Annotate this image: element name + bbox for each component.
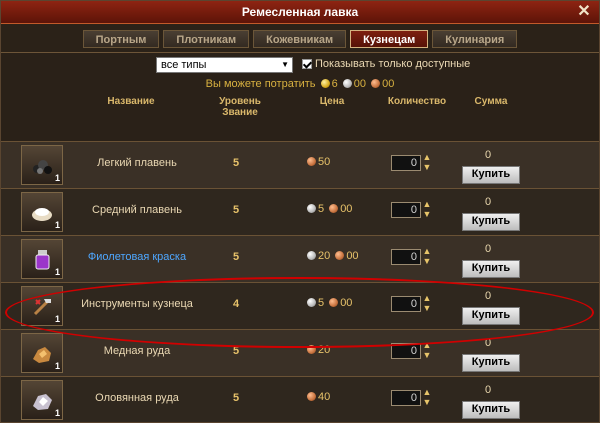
copper-coin-icon [329,204,339,213]
quantity-input[interactable]: 0 [391,249,421,265]
item-sum: 0 [485,149,492,161]
buy-button[interactable]: Купить [462,354,520,372]
item-sum: 0 [485,384,492,396]
money-label: Вы можете потратить [205,78,316,90]
quantity-stepper[interactable]: ▲ ▼ [422,199,432,219]
table-row: 1 Средний плавень 5 5 00 0 ▲ ▼ 0 Купить [1,188,599,235]
quantity-input[interactable]: 0 [391,155,421,171]
purple-dye-icon: 1 [21,239,63,279]
type-filter-select[interactable]: все типы ▼ [156,57,293,73]
table-header: Название Уровень Звание Цена Количество … [1,93,599,133]
light-flux-icon: 1 [21,145,63,185]
copper-coin-icon [335,251,345,260]
item-price: 50 [305,156,365,168]
gold-coin-icon [320,79,330,88]
silver-coin-icon [307,204,316,213]
available-money: Вы можете потратить 6 00 00 [1,75,599,93]
header-price: Цена [319,96,345,107]
only-available-filter[interactable]: Показывать только доступные [302,58,470,70]
item-level: 5 [232,251,240,263]
only-available-checkbox[interactable] [302,59,312,69]
buy-button[interactable]: Купить [462,166,520,184]
highlight-ellipse [5,277,594,348]
chevron-down-icon: ▼ [281,60,289,69]
item-name: Оловянная руда [95,392,179,404]
quantity-input[interactable]: 0 [391,202,421,218]
tab-blacksmiths[interactable]: Кузнецам [350,30,429,48]
medium-flux-icon: 1 [21,192,63,232]
item-level: 5 [232,392,240,404]
header-level: Уровень Звание [219,96,261,118]
window-title: Ремесленная лавка [241,5,359,19]
item-level: 5 [232,204,240,216]
type-filter-value: все типы [161,59,207,71]
window-titlebar: Ремесленная лавка ✕ [1,1,599,24]
filter-controls: все типы ▼ Показывать только доступные [1,53,599,75]
header-sum: Сумма [474,96,508,107]
quantity-stepper[interactable]: ▲ ▼ [422,152,432,172]
category-tabs: Портным Плотникам Кожевникам Кузнецам Ку… [1,24,599,53]
tin-ore-icon: 1 [21,380,63,420]
buy-button[interactable]: Купить [462,260,520,278]
buy-button[interactable]: Купить [462,401,520,419]
item-name: Фиолетовая краска [87,251,187,263]
quantity-stepper[interactable]: ▲ ▼ [422,246,432,266]
copper-ore-icon: 1 [21,333,63,373]
silver-coin-icon [307,251,316,260]
quantity-input[interactable]: 0 [391,390,421,406]
tab-cooking[interactable]: Кулинария [432,30,518,48]
crafting-shop-window: Ремесленная лавка ✕ Портным Плотникам Ко… [0,0,600,423]
item-price: 20 00 [305,250,365,262]
item-level: 5 [232,157,240,169]
header-quantity: Количество [387,96,447,107]
tab-leatherworkers[interactable]: Кожевникам [253,30,347,48]
table-row: 1 Легкий плавень 5 50 0 ▲ ▼ 0 Купить [1,141,599,188]
quantity-stepper[interactable]: ▲ ▼ [422,387,432,407]
item-name: Легкий плавень [97,157,177,169]
item-name: Средний плавень [92,204,182,216]
copper-coin-icon [307,392,316,401]
copper-amount: 00 [382,78,395,90]
copper-coin-icon [307,157,316,166]
item-sum: 0 [485,243,492,255]
tab-tailors[interactable]: Портным [82,30,160,48]
close-icon[interactable]: ✕ [575,3,593,21]
gold-amount: 6 [331,78,338,90]
table-row: 1 Фиолетовая краска 5 20 00 0 ▲ ▼ 0 Купит… [1,235,599,282]
silver-amount: 00 [353,78,367,90]
tab-carpenters[interactable]: Плотникам [163,30,250,48]
table-row: 1 Оловянная руда 5 40 0 ▲ ▼ 0 Купить [1,376,599,422]
buy-button[interactable]: Купить [462,213,520,231]
only-available-label: Показывать только доступные [315,58,471,70]
silver-coin-icon [342,79,352,88]
item-name: Медная руда [103,345,171,357]
item-price: 5 00 [305,203,365,215]
copper-coin-icon [371,79,381,88]
item-sum: 0 [485,196,492,208]
item-price: 40 [305,391,365,403]
header-name: Название [107,96,155,107]
